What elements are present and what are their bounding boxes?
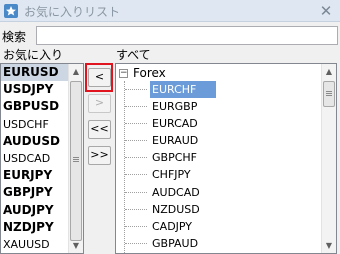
symbol-item[interactable]: GBPAUD — [116, 235, 321, 252]
symbol-label: NZDUSD — [152, 202, 200, 216]
star-list-icon — [4, 4, 18, 18]
tree-group-label: Forex — [133, 66, 166, 80]
scroll-up-arrow[interactable]: ▲ — [69, 64, 83, 79]
close-button[interactable]: ✕ — [316, 1, 336, 21]
symbol-label: EURGBP — [152, 100, 198, 114]
favorite-item[interactable]: EURUSD — [1, 64, 70, 82]
favorites-scroll-thumb[interactable] — [70, 81, 82, 241]
all-symbols-tree[interactable]: − Forex EURCHF EURGBP EURCAD EURAUD GBPCHF CH… — [115, 63, 337, 254]
symbol-label: GBPAUD — [152, 236, 199, 250]
symbol-item[interactable]: EURGBP — [116, 98, 321, 115]
tree-connector-line — [125, 106, 147, 108]
close-icon: ✕ — [319, 2, 333, 20]
favorites-scrollbar[interactable]: ▲ ▼ — [68, 64, 83, 253]
search-row: 検索 — [0, 26, 340, 46]
favorite-item[interactable]: GBPJPY — [1, 184, 70, 201]
all-symbols-scrollbar[interactable]: ▲ ▼ — [321, 64, 336, 253]
favorite-item[interactable]: NZDJPY — [1, 219, 70, 236]
symbol-item[interactable]: EURAUD — [116, 132, 321, 149]
symbol-item[interactable]: CHFJPY — [116, 166, 321, 183]
tree-connector-line — [125, 140, 147, 142]
symbol-item[interactable]: NZDUSD — [116, 201, 321, 218]
symbol-label: EURAUD — [152, 134, 199, 148]
add-to-favorites-button[interactable]: < — [88, 68, 111, 87]
add-all-button[interactable]: << — [88, 120, 111, 139]
symbol-item[interactable]: EURCHF — [116, 81, 321, 98]
symbol-item[interactable]: CADJPY — [116, 218, 321, 235]
collapse-icon[interactable]: − — [119, 69, 128, 78]
remove-all-button[interactable]: >> — [88, 146, 111, 165]
favorites-list[interactable]: EURUSD USDJPY GBPUSD USDCHF AUDUSD USDCAD EURJ… — [0, 63, 84, 254]
scroll-down-arrow[interactable]: ▼ — [69, 238, 83, 253]
scroll-up-arrow[interactable]: ▲ — [322, 64, 336, 79]
favorite-item[interactable]: GBPUSD — [1, 98, 70, 115]
symbol-label: EURCAD — [152, 117, 198, 131]
symbol-item[interactable]: EURCAD — [116, 115, 321, 132]
tree-connector-line — [125, 157, 147, 159]
search-input[interactable] — [36, 26, 338, 45]
tree-connector-line — [125, 89, 147, 90]
title-bar: お気に入りリスト ✕ — [0, 0, 340, 22]
favorite-item[interactable]: XAUUSD — [1, 236, 70, 253]
favorite-item[interactable]: USDCAD — [1, 150, 70, 167]
favorite-item[interactable]: USDCHF — [1, 116, 70, 133]
favorite-item[interactable]: AUDUSD — [1, 133, 70, 150]
symbol-item[interactable]: AUDCAD — [116, 184, 321, 201]
tree-connector-line — [125, 174, 147, 176]
tree-connector-line — [125, 191, 147, 193]
all-symbols-header: すべて — [116, 48, 151, 62]
symbol-label: AUDCAD — [152, 185, 200, 199]
symbol-label: GBPCHF — [152, 151, 197, 165]
favorites-items: EURUSD USDJPY GBPUSD USDCHF AUDUSD USDCAD EURJ… — [1, 64, 70, 253]
favorite-item[interactable]: USDJPY — [1, 81, 70, 98]
forex-symbol-items: EURCHF EURGBP EURCAD EURAUD GBPCHF CHFJPY AUDC… — [116, 81, 321, 252]
search-label: 検索 — [2, 30, 27, 44]
symbol-label: CHFJPY — [152, 168, 191, 182]
tree-connector-line — [125, 242, 147, 244]
favorites-header: お気に入り — [3, 48, 64, 62]
symbol-item[interactable]: GBPCHF — [116, 149, 321, 166]
tree-connector-line — [125, 225, 147, 227]
tree-connector-line — [125, 123, 147, 125]
window-title: お気に入りリスト — [24, 5, 121, 19]
symbol-label: CADJPY — [152, 219, 193, 233]
tree-connector-line — [125, 208, 147, 210]
remove-from-favorites-button[interactable]: > — [88, 94, 111, 113]
symbol-label: EURCHF — [150, 81, 216, 98]
favorite-item[interactable]: AUDJPY — [1, 202, 70, 219]
all-symbols-scroll-thumb[interactable] — [323, 81, 335, 107]
scroll-down-arrow[interactable]: ▼ — [322, 238, 336, 253]
favorite-item[interactable]: EURJPY — [1, 167, 70, 184]
